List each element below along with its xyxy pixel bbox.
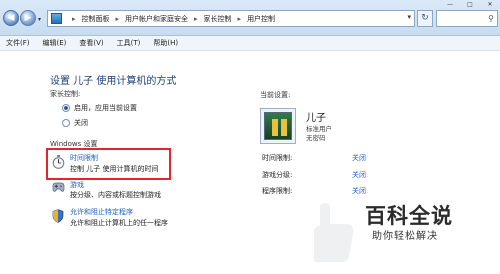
- breadcrumb-separator: ▸: [237, 14, 242, 23]
- user-avatar-picture: [264, 112, 292, 140]
- control-panel-icon: [51, 13, 62, 24]
- games-link[interactable]: 游戏: [70, 180, 84, 190]
- close-button[interactable]: ✕: [480, 0, 500, 9]
- radio-selected-icon[interactable]: [62, 104, 70, 112]
- radio-enable-label: 启用，应用当前设置: [74, 104, 137, 112]
- menu-tools[interactable]: 工具(T): [117, 38, 141, 48]
- watermark-hand-icon: [314, 203, 354, 262]
- program-limits-setting-label: 程序限制:: [262, 187, 293, 195]
- user-name: 儿子: [306, 113, 326, 124]
- watermark-subtitle: 助你轻松解决: [372, 231, 438, 242]
- allow-block-programs-link[interactable]: 允许和阻止特定程序: [70, 207, 133, 217]
- arrow-left-icon: ◀: [7, 13, 15, 23]
- allow-block-programs-desc: 允许和阻止计算机上的任一程序: [70, 219, 168, 227]
- menu-bar: 文件(F) 编辑(E) 查看(V) 工具(T) 帮助(H): [0, 36, 500, 51]
- radio-enable[interactable]: 启用，应用当前设置: [62, 103, 137, 113]
- refresh-icon: ↻: [421, 13, 429, 23]
- menu-edit[interactable]: 编辑(E): [43, 38, 67, 48]
- main-content: 设置 儿子 使用计算机的方式 家长控制: 启用，应用当前设置 关闭 Window…: [0, 52, 500, 274]
- radio-disable[interactable]: 关闭: [62, 118, 88, 128]
- breadcrumb-user-controls[interactable]: 用户控制: [247, 14, 275, 24]
- recent-pages-dropdown[interactable]: ▾: [38, 16, 44, 23]
- maximize-button[interactable]: □: [460, 0, 480, 9]
- breadcrumb-control-panel[interactable]: 控制面板: [82, 14, 110, 24]
- arrow-right-icon: ▶: [24, 13, 32, 23]
- refresh-button[interactable]: ↻: [417, 10, 433, 27]
- stopwatch-icon: [52, 155, 65, 169]
- menu-file[interactable]: 文件(F): [6, 38, 30, 48]
- title-bar: — □ ✕ ◀ ▶ ▾ ▸ 控制面板 ▸ 用户帐户和家庭安全 ▸ 家长控制 ▸ …: [0, 0, 500, 36]
- gamepad-icon: [52, 182, 65, 192]
- time-limits-setting-value[interactable]: 关闭: [352, 153, 366, 163]
- game-ratings-setting-value[interactable]: 关闭: [352, 170, 366, 180]
- current-settings-label: 当前设置:: [260, 91, 291, 99]
- user-avatar: [260, 108, 296, 144]
- forward-button[interactable]: ▶: [20, 10, 36, 26]
- breadcrumb-separator: ▸: [115, 14, 120, 23]
- user-password-status: 无密码: [306, 134, 326, 142]
- minimize-button[interactable]: —: [440, 0, 460, 9]
- page-title: 设置 儿子 使用计算机的方式: [50, 76, 177, 87]
- breadcrumb-parental-controls[interactable]: 家长控制: [204, 14, 232, 24]
- breadcrumb-separator: ▸: [194, 14, 198, 23]
- window-controls: — □ ✕: [440, 0, 500, 9]
- breadcrumb-separator: ▸: [72, 14, 76, 23]
- menu-help[interactable]: 帮助(H): [153, 38, 178, 48]
- radio-disable-label: 关闭: [74, 119, 88, 127]
- back-button[interactable]: ◀: [3, 10, 19, 26]
- program-limits-setting-value[interactable]: 关闭: [352, 186, 366, 196]
- address-bar[interactable]: ▸ 控制面板 ▸ 用户帐户和家庭安全 ▸ 家长控制 ▸ 用户控制 ▾: [47, 10, 415, 27]
- game-ratings-setting-label: 游戏分级:: [262, 171, 293, 179]
- chevron-down-icon[interactable]: ▾: [407, 13, 411, 21]
- radio-unselected-icon[interactable]: [62, 119, 70, 127]
- time-limits-link[interactable]: 时间限制: [70, 153, 98, 163]
- time-limits-setting-label: 时间限制:: [262, 154, 293, 162]
- menu-view[interactable]: 查看(V): [79, 38, 103, 48]
- shield-icon: [52, 209, 64, 223]
- time-limits-desc: 控制 儿子 使用计算机的时间: [70, 165, 159, 173]
- parental-control-label: 家长控制:: [50, 90, 81, 98]
- search-icon: ⚲: [488, 14, 494, 23]
- games-desc: 按分级、内容或标题控制游戏: [70, 191, 161, 199]
- search-input[interactable]: ⚲: [436, 10, 498, 27]
- watermark-title: 百科全说: [365, 204, 453, 228]
- breadcrumb-user-accounts[interactable]: 用户帐户和家庭安全: [125, 14, 188, 24]
